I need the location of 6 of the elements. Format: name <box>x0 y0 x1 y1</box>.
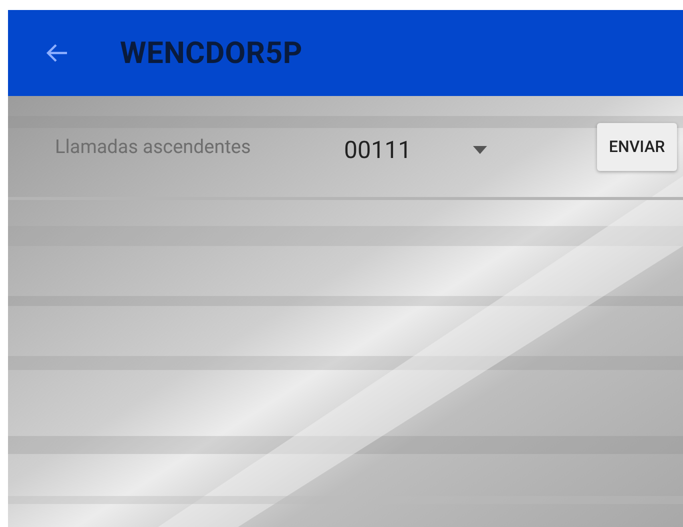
send-button[interactable]: ENVIAR <box>596 122 677 170</box>
field-label: Llamadas ascendentes <box>55 135 252 158</box>
dropdown[interactable]: 00111 <box>303 126 487 174</box>
back-arrow-icon[interactable] <box>46 43 68 63</box>
caret-icon <box>473 146 487 154</box>
app-title: WENCDOR5P <box>120 36 303 70</box>
